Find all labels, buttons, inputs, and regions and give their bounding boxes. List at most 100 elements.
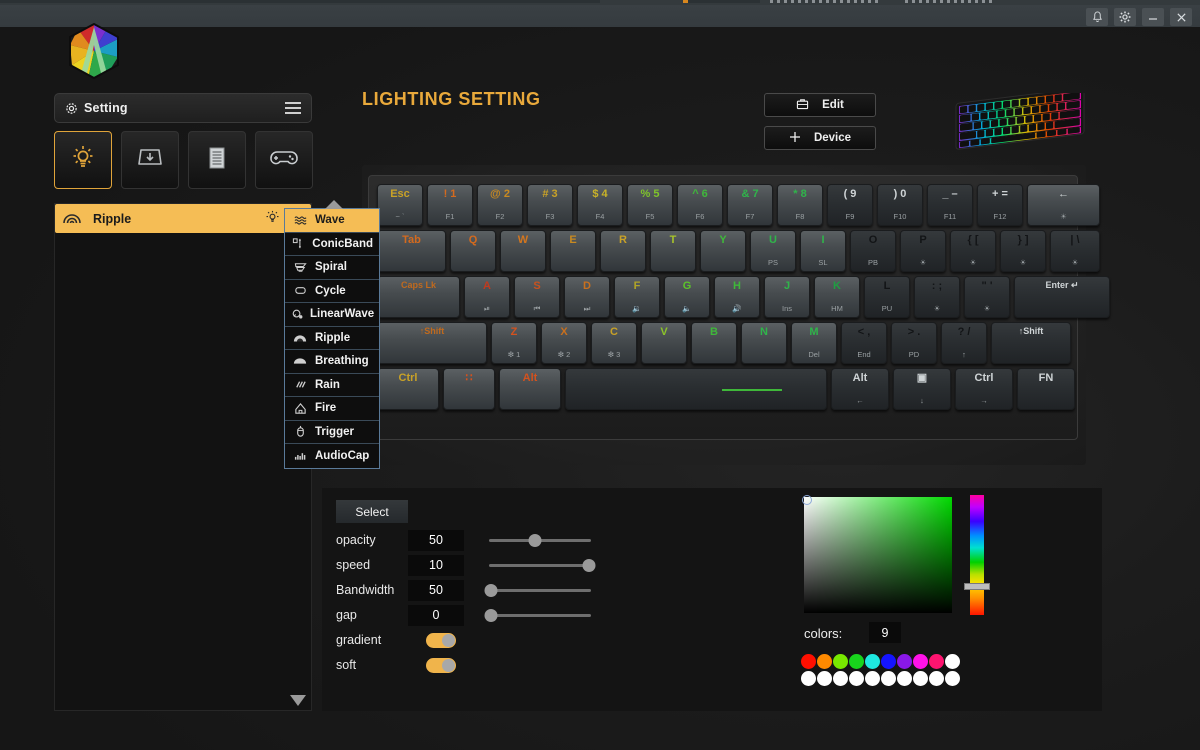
param-slider-track[interactable] <box>489 558 596 572</box>
color-swatch[interactable] <box>945 671 960 686</box>
param-slider-track[interactable] <box>489 533 591 547</box>
keyboard-key[interactable]: _ – F11 <box>927 184 973 226</box>
toggle-switch[interactable] <box>426 632 456 648</box>
param-value-input[interactable]: 50 <box>408 529 464 551</box>
keyboard-key[interactable]: | \ ☀ <box>1050 230 1100 272</box>
color-swatch[interactable] <box>849 654 864 669</box>
keyboard-key[interactable]: ▣ ↓ <box>893 368 951 410</box>
keyboard-key[interactable]: ) 0 F10 <box>877 184 923 226</box>
param-slider-knob[interactable] <box>528 533 542 547</box>
keyboard-key[interactable]: " ' ☀ <box>964 276 1010 318</box>
param-slider-knob[interactable] <box>582 558 596 572</box>
keyboard-key[interactable]: # 3 F3 <box>527 184 573 226</box>
keyboard-key[interactable]: O PB <box>850 230 896 272</box>
color-swatch[interactable] <box>817 671 832 686</box>
effect-lightbulb-icon[interactable] <box>265 210 280 228</box>
keyboard-key[interactable]: ^ 6 F6 <box>677 184 723 226</box>
color-swatch[interactable] <box>881 654 896 669</box>
edit-button[interactable]: Edit <box>764 93 876 117</box>
keyboard-key[interactable]: ! 1 F1 <box>427 184 473 226</box>
dropdown-item-conicband[interactable]: ConicBand <box>285 233 379 256</box>
keyboard-key[interactable]: N <box>741 322 787 364</box>
keyboard-key[interactable]: I SL <box>800 230 846 272</box>
keyboard-key[interactable]: } ] ☀ <box>1000 230 1046 272</box>
color-swatch[interactable] <box>801 671 816 686</box>
keyboard-key[interactable]: F 🔉 <box>614 276 660 318</box>
keyboard-key[interactable]: H 🔊 <box>714 276 760 318</box>
dropdown-item-cycle[interactable]: Cycle <box>285 280 379 303</box>
keyboard-key[interactable]: K HM <box>814 276 860 318</box>
color-swatch[interactable] <box>945 654 960 669</box>
keyboard-key[interactable]: @ 2 F2 <box>477 184 523 226</box>
keyboard-key[interactable]: > . PD <box>891 322 937 364</box>
param-value-input[interactable]: 10 <box>408 554 464 576</box>
keyboard-key[interactable]: Tab <box>377 230 446 272</box>
keyboard-key[interactable]: ↑Shift <box>991 322 1071 364</box>
color-swatch[interactable] <box>833 654 848 669</box>
dropdown-item-breathing[interactable]: Breathing <box>285 350 379 374</box>
keyboard-key[interactable]: $ 4 F4 <box>577 184 623 226</box>
keyboard-key[interactable]: ( 9 F9 <box>827 184 873 226</box>
sv-cursor-handle[interactable] <box>802 495 812 505</box>
setting-bar[interactable]: Setting <box>54 93 312 123</box>
colors-count-input[interactable]: 9 <box>869 622 901 643</box>
dropdown-item-wave[interactable]: Wave <box>285 209 379 233</box>
keyboard-key[interactable]: ? / ↑ <box>941 322 987 364</box>
saturation-value-box[interactable] <box>804 497 952 613</box>
keyboard-key[interactable]: { [☀ <box>950 230 996 272</box>
keyboard-key[interactable]: G 🔈 <box>664 276 710 318</box>
keyboard-key[interactable]: Q <box>450 230 496 272</box>
keyboard-key[interactable]: Z ❇ 1 <box>491 322 537 364</box>
color-swatch[interactable] <box>865 671 880 686</box>
dropdown-item-ripple[interactable]: Ripple <box>285 327 379 350</box>
color-swatch[interactable] <box>897 671 912 686</box>
keyboard-key[interactable]: ∷ <box>443 368 495 410</box>
keyboard-key[interactable]: % 5 F5 <box>627 184 673 226</box>
keyboard-key[interactable]: FN <box>1017 368 1075 410</box>
keyboard-key[interactable]: X ❇ 2 <box>541 322 587 364</box>
keyboard-key[interactable]: R <box>600 230 646 272</box>
color-swatch[interactable] <box>881 671 896 686</box>
keyboard-key[interactable]: A ⏯ <box>464 276 510 318</box>
scroll-down-arrow-icon[interactable] <box>290 695 306 706</box>
select-button[interactable]: Select <box>336 500 408 523</box>
keyboard-key[interactable]: L PU <box>864 276 910 318</box>
keyboard-key[interactable]: ← ☀ <box>1027 184 1100 226</box>
hue-slider[interactable] <box>970 495 984 615</box>
dropdown-item-spiral[interactable]: Spiral <box>285 256 379 280</box>
keyboard-key[interactable]: Alt ← <box>831 368 889 410</box>
keyboard-key[interactable]: < , End <box>841 322 887 364</box>
keyboard-key[interactable]: Enter ↵ <box>1014 276 1110 318</box>
color-swatch[interactable] <box>865 654 880 669</box>
keyboard-key[interactable]: V <box>641 322 687 364</box>
keyboard-key[interactable]: Alt <box>499 368 561 410</box>
keyboard-key[interactable]: + = F12 <box>977 184 1023 226</box>
param-slider-track[interactable] <box>484 583 591 597</box>
keyboard-key[interactable]: P ☀ <box>900 230 946 272</box>
color-swatch[interactable] <box>817 654 832 669</box>
color-swatch[interactable] <box>929 654 944 669</box>
mode-tab-lighting[interactable] <box>54 131 112 189</box>
gear-icon[interactable] <box>1114 8 1136 26</box>
dropdown-item-rain[interactable]: Rain <box>285 374 379 397</box>
keyboard-thumbnail[interactable] <box>952 87 1092 155</box>
color-swatch[interactable] <box>849 671 864 686</box>
mode-tab-macro[interactable] <box>188 131 246 189</box>
keyboard-key[interactable]: * 8 F8 <box>777 184 823 226</box>
hue-slider-handle[interactable] <box>964 583 990 590</box>
dropdown-item-linearwave[interactable]: LinearWave <box>285 303 379 327</box>
bell-icon[interactable] <box>1086 8 1108 26</box>
param-slider-track[interactable] <box>484 608 591 622</box>
keyboard-key[interactable]: M Del <box>791 322 837 364</box>
keyboard-key[interactable]: T <box>650 230 696 272</box>
keyboard-key[interactable]: : ; ☀ <box>914 276 960 318</box>
keyboard-key[interactable] <box>565 368 827 410</box>
keyboard-key[interactable]: B <box>691 322 737 364</box>
mode-tab-mouse[interactable] <box>121 131 179 189</box>
keyboard-key[interactable]: C ❇ 3 <box>591 322 637 364</box>
keyboard-key[interactable]: Esc ~ ` <box>377 184 423 226</box>
effect-row-ripple[interactable]: Ripple <box>55 204 311 233</box>
color-swatch[interactable] <box>897 654 912 669</box>
keyboard-key[interactable]: D ⏭ <box>564 276 610 318</box>
param-value-input[interactable]: 0 <box>408 604 464 626</box>
